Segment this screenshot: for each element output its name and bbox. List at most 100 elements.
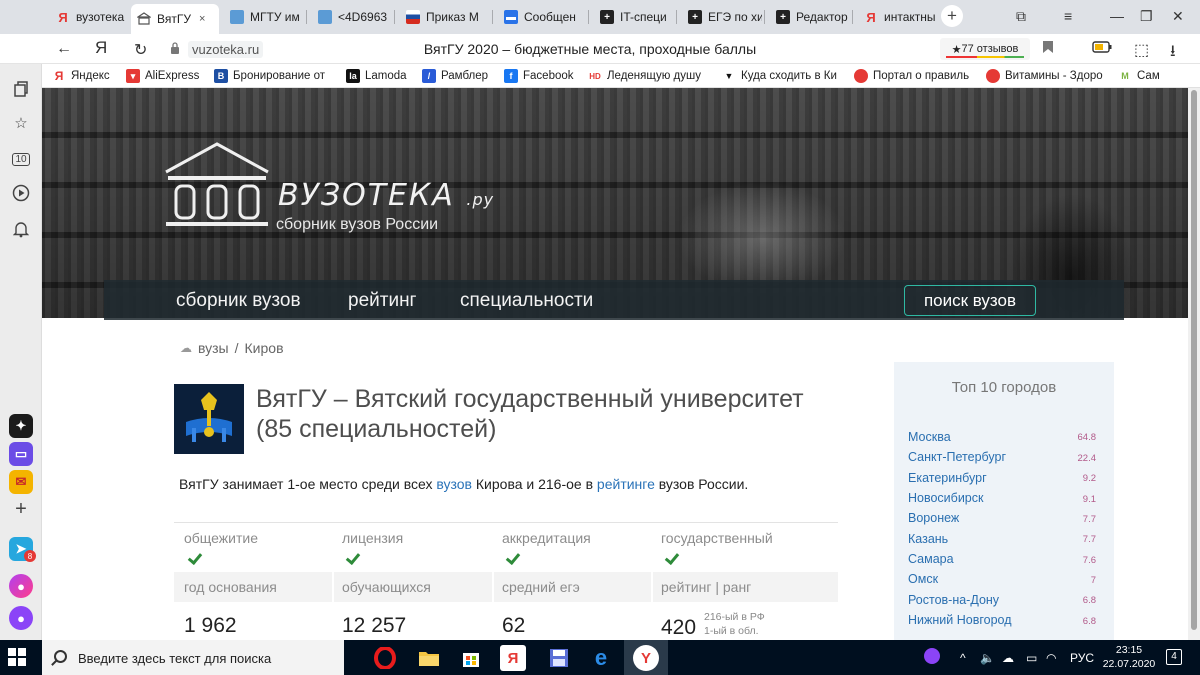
city-link[interactable]: Екатеринбург [908, 471, 987, 485]
restore-icon[interactable]: ❐ [1140, 8, 1153, 25]
site-logo-text[interactable]: ВУЗОТЕКА .ру [278, 178, 494, 213]
tabs-menu-icon[interactable]: ⧉ [1016, 8, 1026, 25]
city-link[interactable]: Самара [908, 552, 954, 566]
tab-soobshchen[interactable]: ▬ Сообщен [498, 4, 586, 30]
bookmark-booking[interactable]: B Бронирование от [214, 69, 325, 83]
wifi-icon[interactable]: ◠ [1046, 651, 1056, 665]
sparkle-app-icon[interactable]: ✦ [9, 414, 33, 438]
language-indicator[interactable]: РУС [1070, 651, 1094, 665]
url-field[interactable]: vuzoteka.ru [188, 41, 264, 58]
notification-count: 4 [1166, 649, 1182, 665]
close-window-icon[interactable]: ✕ [1172, 8, 1184, 25]
collections-icon[interactable] [8, 76, 34, 102]
close-tab-icon[interactable]: × [199, 13, 205, 25]
tab-4d6963[interactable]: <4D6963 [312, 4, 392, 30]
opera-icon[interactable] [372, 645, 398, 671]
city-link[interactable]: Казань [908, 532, 948, 546]
nav-rating[interactable]: рейтинг [348, 290, 417, 312]
city-link[interactable]: Нижний Новгород [908, 613, 1012, 627]
tab-mgtu[interactable]: МГТУ им [224, 4, 304, 30]
back-arrow-icon[interactable]: ← [56, 40, 72, 58]
yandex-browser-taskbar-icon[interactable]: Y [633, 645, 659, 671]
add-app-icon[interactable]: + [8, 496, 34, 522]
breadcrumb-separator: / [234, 340, 239, 356]
city-link[interactable]: Новосибирск [908, 491, 983, 505]
main-content: ☁ вузы / Киров ВятГУ – Вятский государст… [104, 320, 1124, 640]
tab-redaktor[interactable]: + Редактор [770, 4, 850, 30]
yandex-taskbar-icon[interactable]: Я [500, 645, 526, 671]
bookmark-portal[interactable]: Портал о правиль [854, 69, 969, 83]
city-link[interactable]: Ростов-на-Дону [908, 593, 999, 607]
lamoda-icon: la [346, 69, 360, 83]
divider [492, 572, 494, 602]
message-icon: ▬ [504, 10, 518, 24]
mail-app-icon[interactable]: ✉ [9, 470, 33, 494]
bell-icon[interactable] [8, 216, 34, 242]
play-icon[interactable] [8, 180, 34, 206]
bookmark-facebook[interactable]: f Facebook [504, 69, 574, 83]
minimize-icon[interactable]: — [1110, 8, 1124, 24]
tab-ege[interactable]: + ЕГЭ по хи [682, 4, 762, 30]
bookmarks-star-icon[interactable]: ☆ [8, 110, 34, 136]
bookmark-kuda[interactable]: ▼ Куда сходить в Ки [722, 69, 837, 83]
page-scrollbar[interactable] [1188, 88, 1200, 640]
refresh-icon[interactable]: ↻ [134, 40, 147, 60]
hamburger-menu-icon[interactable]: ≡ [1064, 8, 1072, 24]
battery-icon[interactable]: ▭ [1026, 651, 1037, 665]
tab-prikaz[interactable]: Приказ М [400, 4, 490, 30]
city-link[interactable]: Воронеж [908, 511, 959, 525]
booking-icon: B [214, 69, 228, 83]
city-link[interactable]: Санкт-Петербург [908, 450, 1006, 464]
university-description: ВятГУ занимает 1-ое место среди всех вуз… [179, 476, 748, 492]
notifications-icon[interactable]: 4 [1166, 648, 1182, 665]
tab-label: Редактор [796, 10, 848, 24]
city-link[interactable]: Москва [908, 430, 951, 444]
search-universities-button[interactable]: поиск вузов [904, 285, 1036, 316]
lock-icon[interactable] [170, 42, 180, 54]
alice-tray-icon[interactable] [924, 648, 940, 667]
assistant-app-icon[interactable]: ● [9, 606, 33, 630]
chevron-up-icon[interactable]: ^ [960, 651, 966, 665]
rating-link[interactable]: рейтинге [597, 476, 655, 492]
bookmark-rambler[interactable]: / Рамблер [422, 69, 488, 83]
breadcrumb-root[interactable]: вузы [198, 340, 229, 356]
extensions-icon[interactable]: ⬚ [1134, 40, 1149, 60]
chat-app-icon[interactable]: ▭ [9, 442, 33, 466]
breadcrumb-city[interactable]: Киров [245, 340, 284, 356]
bookmark-vitaminy[interactable]: Витамины - Здоро [986, 69, 1103, 83]
yandex-home-icon[interactable]: Я [95, 38, 107, 58]
bookmark-label: Портал о правиль [873, 70, 970, 82]
file-explorer-icon[interactable] [416, 645, 442, 671]
edge-icon[interactable]: e [588, 645, 614, 671]
alice-app-icon[interactable]: ● [9, 574, 33, 598]
counter-icon[interactable]: 10 [8, 146, 34, 172]
divider [332, 572, 334, 602]
bookmark-yandex[interactable]: Я Яндекс [52, 69, 110, 83]
save-disk-icon[interactable] [546, 645, 572, 671]
building-logo-icon[interactable] [162, 140, 272, 230]
cloud-tray-icon[interactable]: ☁ [1002, 651, 1014, 665]
windows-start-icon[interactable] [8, 648, 26, 666]
bookmark-hd[interactable]: HD Леденящую душу [588, 69, 701, 83]
downloads-icon[interactable]: ⭳ [1170, 40, 1176, 67]
taskbar-clock[interactable]: 23:15 22.07.2020 [1100, 643, 1158, 671]
tab-vuzoteka[interactable]: Я вузотека [50, 4, 128, 30]
reviews-badge[interactable]: ★ 77 отзывов [940, 38, 1030, 60]
nav-sbornik-vuzov[interactable]: сборник вузов [176, 290, 301, 312]
volume-icon[interactable]: 🔈 [980, 651, 995, 665]
taskbar-search-box[interactable]: Введите здесь текст для поиска [42, 640, 344, 675]
bookmark-lamoda[interactable]: la Lamoda [346, 69, 407, 83]
tab-it[interactable]: + IT-специ [594, 4, 674, 30]
universities-link[interactable]: вузов [436, 476, 472, 492]
bookmark-aliexpress[interactable]: ▾ AliExpress [126, 69, 199, 83]
city-link[interactable]: Омск [908, 572, 938, 586]
bookmark-sam[interactable]: M Сам [1118, 69, 1160, 83]
battery-saver-icon[interactable] [1092, 40, 1112, 58]
nav-specialties[interactable]: специальности [460, 290, 593, 312]
bookmark-icon[interactable] [1042, 40, 1054, 59]
scrollbar-thumb[interactable] [1191, 90, 1197, 630]
tab-intaktny[interactable]: Я интактны [858, 4, 940, 30]
new-tab-button[interactable]: + [941, 5, 963, 27]
tab-vyatgu-active[interactable]: ВятГУ × [131, 4, 219, 34]
store-icon[interactable] [458, 645, 484, 671]
